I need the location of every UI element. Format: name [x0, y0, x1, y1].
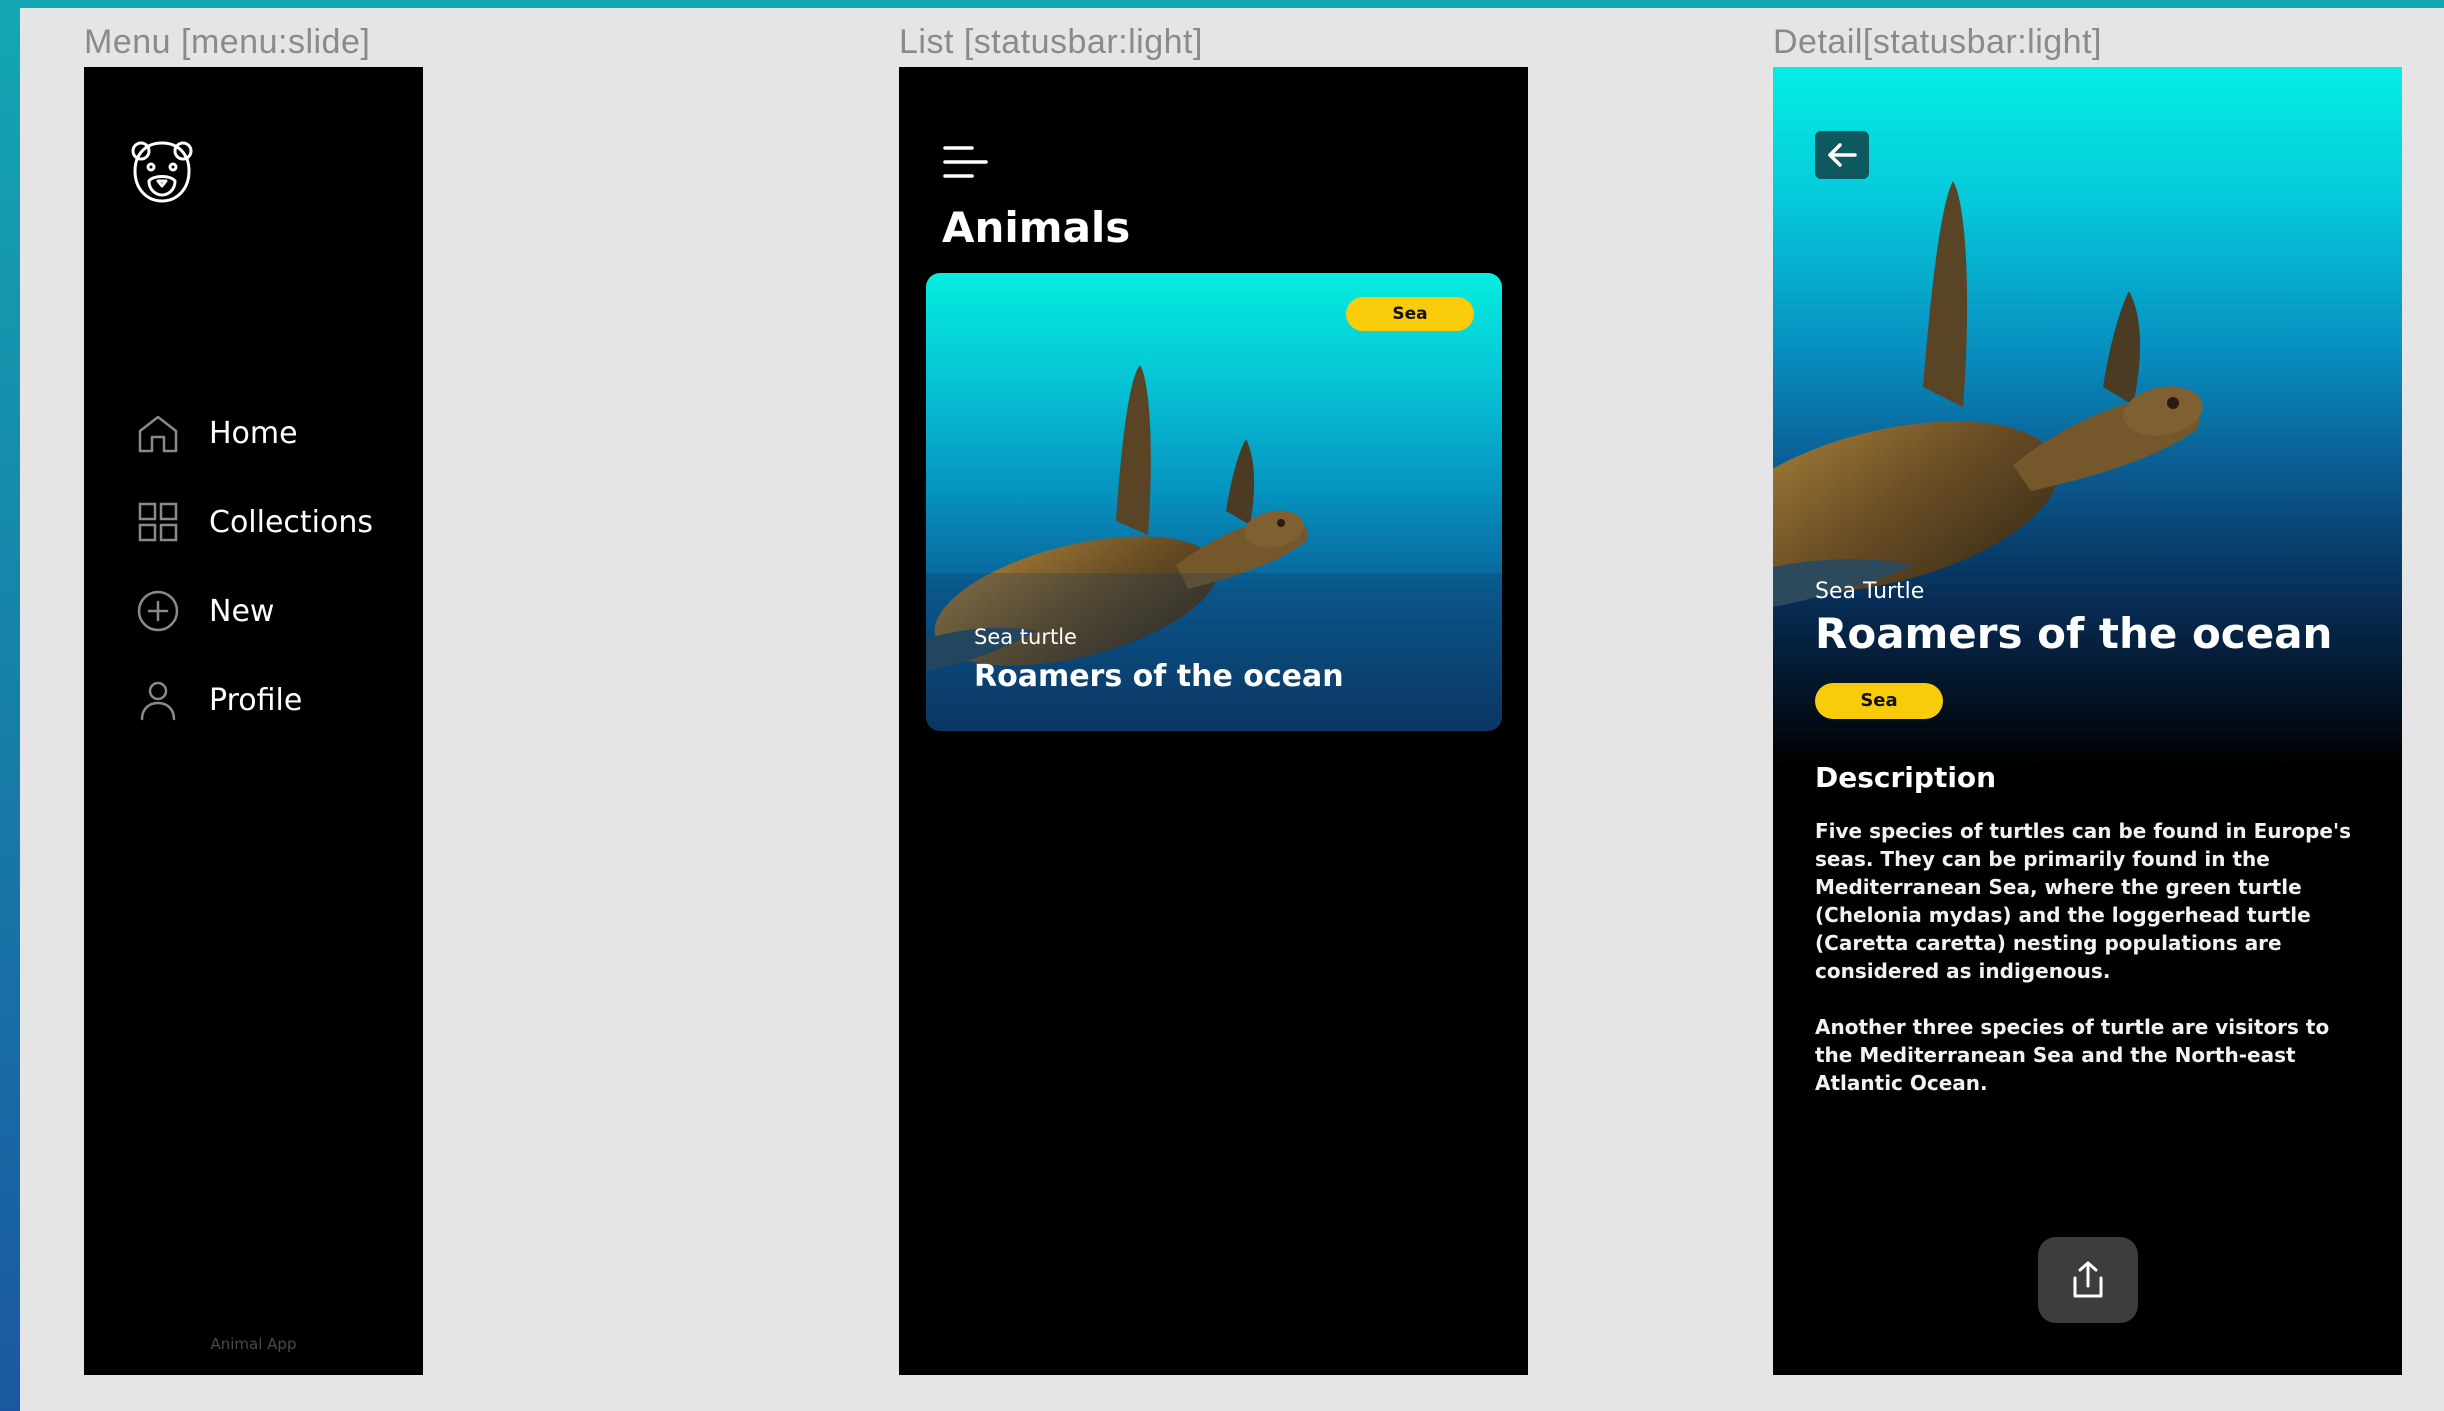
description-paragraph: Five species of turtles can be found in …	[1815, 819, 2351, 983]
menu-item-new[interactable]: New	[134, 581, 274, 641]
menu-item-label: New	[209, 593, 275, 629]
menu-screen: Home Collections New Profile Animal App	[84, 67, 423, 1375]
menu-item-home[interactable]: Home	[134, 403, 298, 463]
detail-title: Roamers of the ocean	[1815, 609, 2333, 658]
home-icon	[138, 415, 178, 453]
frame-label-detail: Detail[statusbar:light]	[1773, 23, 2102, 61]
detail-screen: Sea Turtle Roamers of the ocean Sea Desc…	[1773, 67, 2402, 1375]
grid-icon	[138, 502, 178, 542]
menu-item-label: Home	[209, 415, 298, 451]
menu-item-label: Collections	[209, 504, 374, 540]
menu-item-collections[interactable]: Collections	[134, 492, 373, 552]
category-badge: Sea	[1815, 683, 1943, 719]
card-subtitle: Sea turtle	[974, 625, 1077, 649]
share-button[interactable]	[2038, 1237, 2138, 1323]
description-paragraph: Another three species of turtle are visi…	[1815, 1015, 2330, 1095]
list-screen: Animals Sea Sea turtle Roamers of the oc…	[899, 67, 1528, 1375]
menu-item-profile[interactable]: Profile	[134, 670, 302, 730]
hamburger-menu-icon[interactable]	[942, 142, 990, 182]
frame-label-menu: Menu [menu:slide]	[84, 23, 371, 61]
app-footer-label: Animal App	[210, 1335, 297, 1353]
description-heading: Description	[1815, 761, 1997, 794]
page-title: Animals	[942, 203, 1131, 252]
card-title: Roamers of the ocean	[974, 659, 1344, 694]
detail-subtitle: Sea Turtle	[1815, 579, 1925, 604]
menu-item-label: Profile	[209, 682, 303, 718]
category-badge: Sea	[1346, 297, 1474, 331]
frame-label-list: List [statusbar:light]	[899, 23, 1203, 61]
arrow-left-icon	[1828, 143, 1857, 167]
back-button[interactable]	[1815, 131, 1869, 179]
share-icon	[2073, 1261, 2103, 1298]
animal-card[interactable]: Sea Sea turtle Roamers of the ocean	[926, 273, 1502, 731]
user-icon	[140, 681, 176, 721]
bear-logo-icon	[131, 141, 193, 203]
plus-circle-icon	[137, 590, 179, 632]
design-canvas: Menu [menu:slide] List [statusbar:light]…	[20, 8, 2444, 1411]
